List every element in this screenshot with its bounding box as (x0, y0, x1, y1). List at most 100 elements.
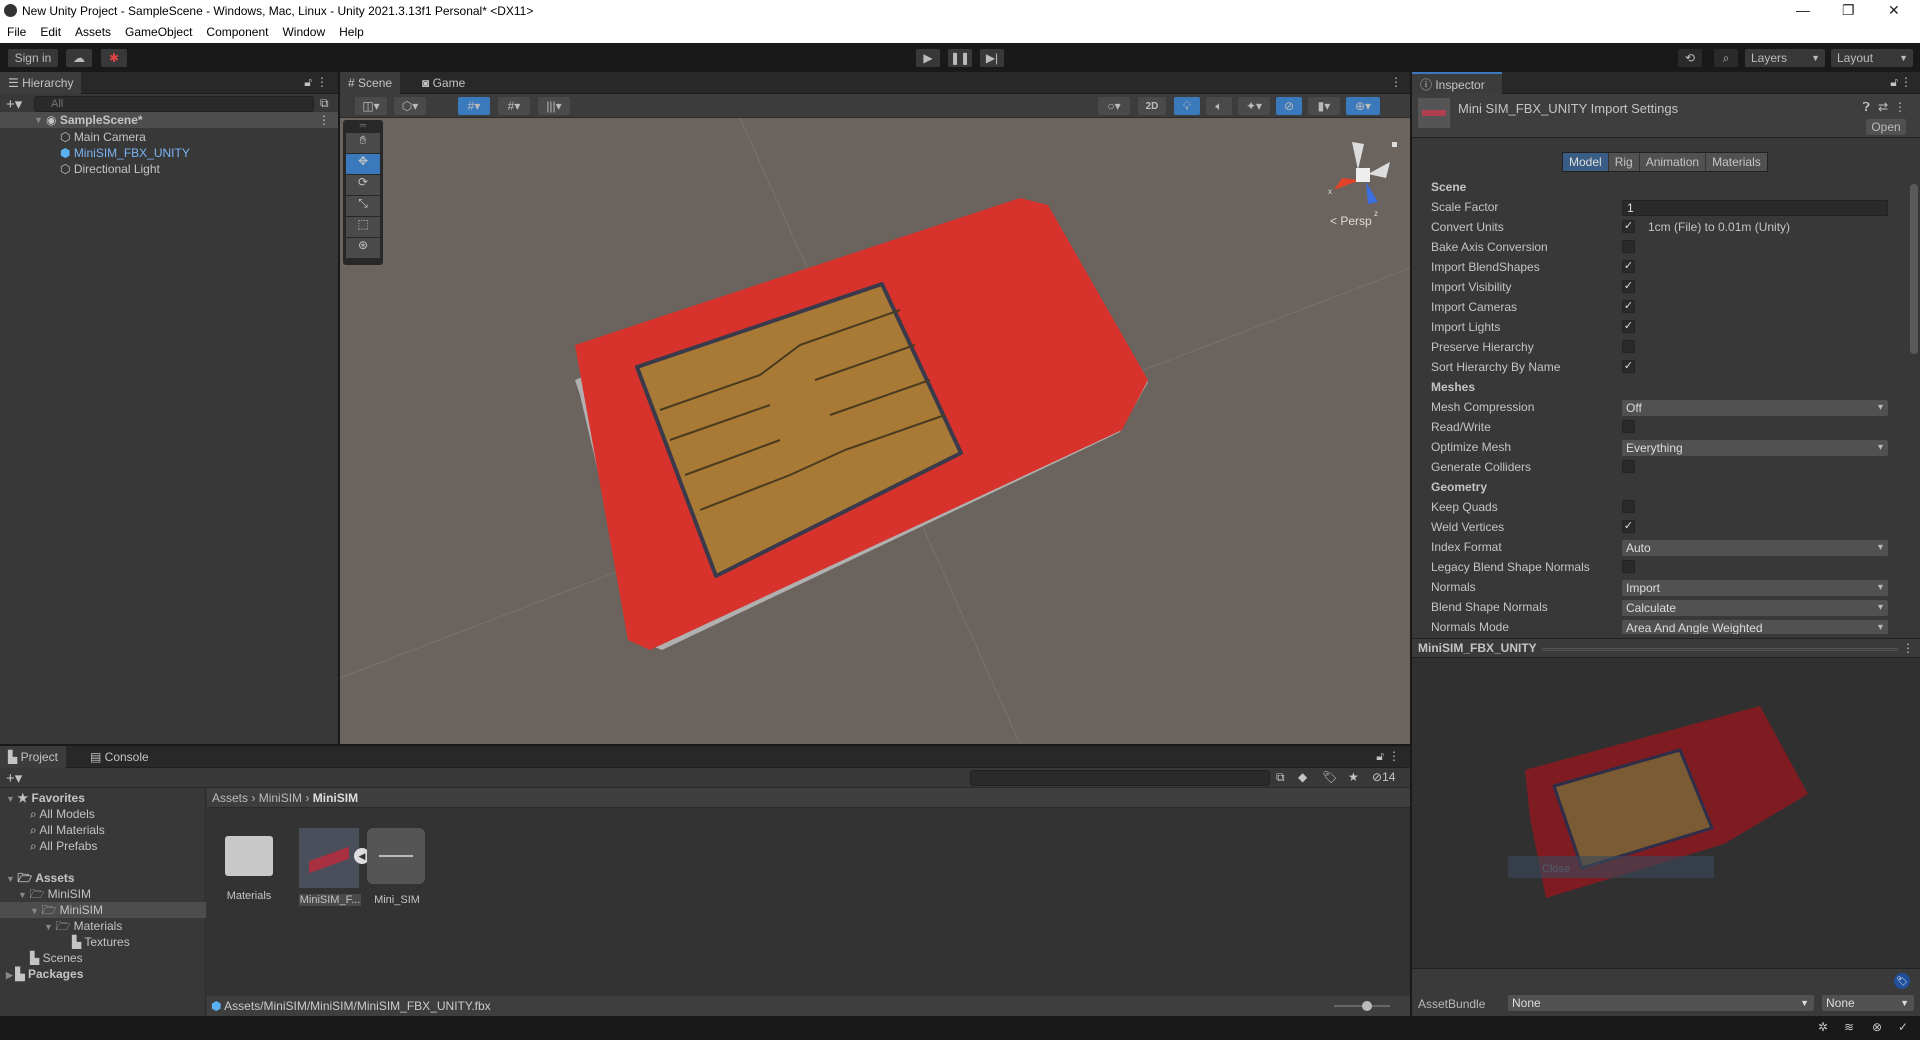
search-button[interactable]: ⌕ (1714, 49, 1738, 67)
cloud-button[interactable]: ☁ (66, 49, 92, 67)
presets-icon[interactable]: ⇄ (1878, 100, 1888, 114)
undo-history-button[interactable]: ⟲ (1678, 49, 1702, 67)
pause-button[interactable]: ❚❚ (948, 49, 972, 67)
setting-checkbox[interactable] (1622, 420, 1635, 433)
favorite-item[interactable]: ⌕ All Materials (30, 822, 105, 838)
tab-model[interactable]: Model (1563, 153, 1608, 171)
layout-dropdown[interactable]: Layout ▼ (1831, 49, 1913, 67)
render-mode-button[interactable]: ⬡▾ (394, 97, 426, 115)
setting-checkbox[interactable]: ✓ (1622, 320, 1635, 333)
tree-item-minisim-selected[interactable]: ▼ 🗁︎ MiniSIM (0, 902, 206, 918)
rotate-tool[interactable]: ⟳ (346, 175, 380, 195)
tab-hierarchy[interactable]: ☰ Hierarchy (0, 72, 82, 94)
help-icon[interactable]: ❓︎ (1863, 100, 1870, 115)
lock-icon[interactable]: 🔓︎ (1890, 75, 1898, 90)
hierarchy-item[interactable]: ⬡ Main Camera (60, 129, 146, 145)
setting-dropdown[interactable]: Import (1622, 580, 1888, 596)
filter-by-type-icon[interactable]: ◆ (1298, 770, 1307, 784)
menu-window[interactable]: Window (275, 22, 332, 43)
increment-snap-button[interactable]: #▾ (498, 97, 530, 115)
scene-root-item[interactable]: ▼ ◉ SampleScene* ⋮ (0, 112, 338, 128)
2d-toggle[interactable]: 2D (1138, 97, 1166, 115)
project-search-input[interactable] (970, 770, 1270, 786)
scene-menu-icon[interactable]: ⋮ (318, 112, 330, 128)
setting-dropdown[interactable]: Everything (1622, 440, 1888, 456)
setting-checkbox[interactable]: ✓ (1622, 360, 1635, 373)
setting-checkbox[interactable] (1622, 460, 1635, 473)
align-button[interactable]: |||▾ (538, 97, 570, 115)
thumbnail-size-slider[interactable] (1334, 1001, 1390, 1011)
asset-label-tag-icon[interactable]: 🏷︎ (1894, 973, 1910, 989)
open-button[interactable]: Open (1866, 119, 1906, 135)
hierarchy-item[interactable]: ⬢ MiniSIM_FBX_UNITY (60, 145, 190, 161)
hierarchy-item[interactable]: ⬡ Directional Light (60, 161, 160, 177)
create-icon[interactable]: +▾ (6, 769, 22, 787)
camera-button[interactable]: ▮▾ (1308, 97, 1340, 115)
hierarchy-search-input[interactable] (34, 96, 314, 112)
hand-tool[interactable]: ✋︎ (346, 133, 380, 153)
breadcrumb-item[interactable]: Assets (212, 791, 248, 805)
transform-tool[interactable]: ⊛ (346, 238, 380, 258)
preview-resize-handle[interactable] (1542, 648, 1898, 651)
tab-materials[interactable]: Materials (1705, 153, 1767, 171)
menu-assets[interactable]: Assets (68, 22, 118, 43)
sign-in-button[interactable]: Sign in (8, 49, 58, 67)
setting-checkbox[interactable] (1622, 500, 1635, 513)
rect-tool[interactable]: ⬚ (346, 217, 380, 237)
step-button[interactable]: ▶| (980, 49, 1004, 67)
lock-icon[interactable]: 🔓︎ (304, 75, 312, 90)
cache-server-icon[interactable]: ≋ (1844, 1020, 1854, 1034)
grid-snap-button[interactable]: #▾ (458, 97, 490, 115)
more-menu-icon[interactable]: ⋮ (1894, 100, 1906, 114)
asset-item-mesh[interactable]: Mini_SIM (367, 828, 427, 906)
more-menu-icon[interactable]: ⋮ (1388, 749, 1400, 763)
setting-checkbox[interactable]: ✓ (1622, 300, 1635, 313)
favorite-item[interactable]: ⌕ All Prefabs (30, 838, 97, 854)
progress-check-icon[interactable]: ✓ (1898, 1020, 1908, 1034)
asset-item-materials[interactable]: Materials (221, 828, 277, 902)
drag-handle[interactable]: ═ (343, 120, 383, 132)
restore-button[interactable]: ❐ (1842, 2, 1855, 19)
breadcrumb-item[interactable]: MiniSIM (259, 791, 302, 805)
setting-input[interactable] (1622, 200, 1888, 216)
more-menu-icon[interactable]: ⋮ (1390, 75, 1402, 89)
assetbundle-dropdown[interactable]: None ▼ (1508, 995, 1814, 1011)
favorite-item[interactable]: ⌕ All Models (30, 806, 95, 822)
auto-generate-lighting-icon[interactable]: ⊗ (1872, 1020, 1882, 1034)
setting-dropdown[interactable]: Area And Angle Weighted (1622, 620, 1888, 634)
shading-button[interactable]: ○▾ (1098, 97, 1130, 115)
setting-dropdown[interactable]: Calculate (1622, 600, 1888, 616)
setting-checkbox[interactable] (1622, 340, 1635, 353)
more-menu-icon[interactable]: ⋮ (316, 75, 328, 89)
effects-button[interactable]: ✦▾ (1238, 97, 1270, 115)
breadcrumb-item[interactable]: MiniSIM (313, 791, 358, 805)
assetbundle-variant-dropdown[interactable]: None ▼ (1822, 995, 1914, 1011)
close-button[interactable]: ✕ (1888, 2, 1900, 19)
setting-dropdown[interactable]: Auto (1622, 540, 1888, 556)
setting-checkbox[interactable]: ✓ (1622, 220, 1635, 233)
tab-animation[interactable]: Animation (1638, 153, 1706, 171)
collab-button[interactable]: ✱ (101, 49, 127, 67)
menu-file[interactable]: File (0, 22, 33, 43)
tree-item-minisim[interactable]: ▼ 🗁︎ MiniSIM (18, 886, 91, 902)
favorites-header[interactable]: ▼ ★ Favorites (6, 790, 85, 806)
draw-mode-button[interactable]: ◫▾ (355, 97, 387, 115)
tab-inspector[interactable]: ⓘ Inspector (1412, 72, 1502, 94)
favorite-star-icon[interactable]: ★ (1348, 770, 1359, 784)
tree-item-materials[interactable]: ▼ 🗁︎ Materials (44, 918, 122, 934)
projection-toggle[interactable]: < Persp (1330, 214, 1372, 228)
minimize-button[interactable]: — (1796, 2, 1810, 18)
lock-icon[interactable]: 🔓︎ (1376, 749, 1384, 764)
menu-help[interactable]: Help (332, 22, 371, 43)
tree-item-scenes[interactable]: ▙ Scenes (30, 950, 83, 966)
hidden-objects-toggle[interactable]: ⊘ (1276, 97, 1302, 115)
play-button[interactable]: ▶ (916, 49, 940, 67)
setting-checkbox[interactable]: ✓ (1622, 280, 1635, 293)
setting-checkbox[interactable]: ✓ (1622, 260, 1635, 273)
layers-dropdown[interactable]: Layers ▼ (1745, 49, 1825, 67)
search-window-icon[interactable]: ⧉ (320, 96, 329, 111)
tab-rig[interactable]: Rig (1607, 153, 1639, 171)
gizmos-button[interactable]: ⊕▾ (1346, 97, 1380, 115)
setting-dropdown[interactable]: Off (1622, 400, 1888, 416)
tree-item-packages[interactable]: ▶ ▙ Packages (6, 966, 83, 982)
